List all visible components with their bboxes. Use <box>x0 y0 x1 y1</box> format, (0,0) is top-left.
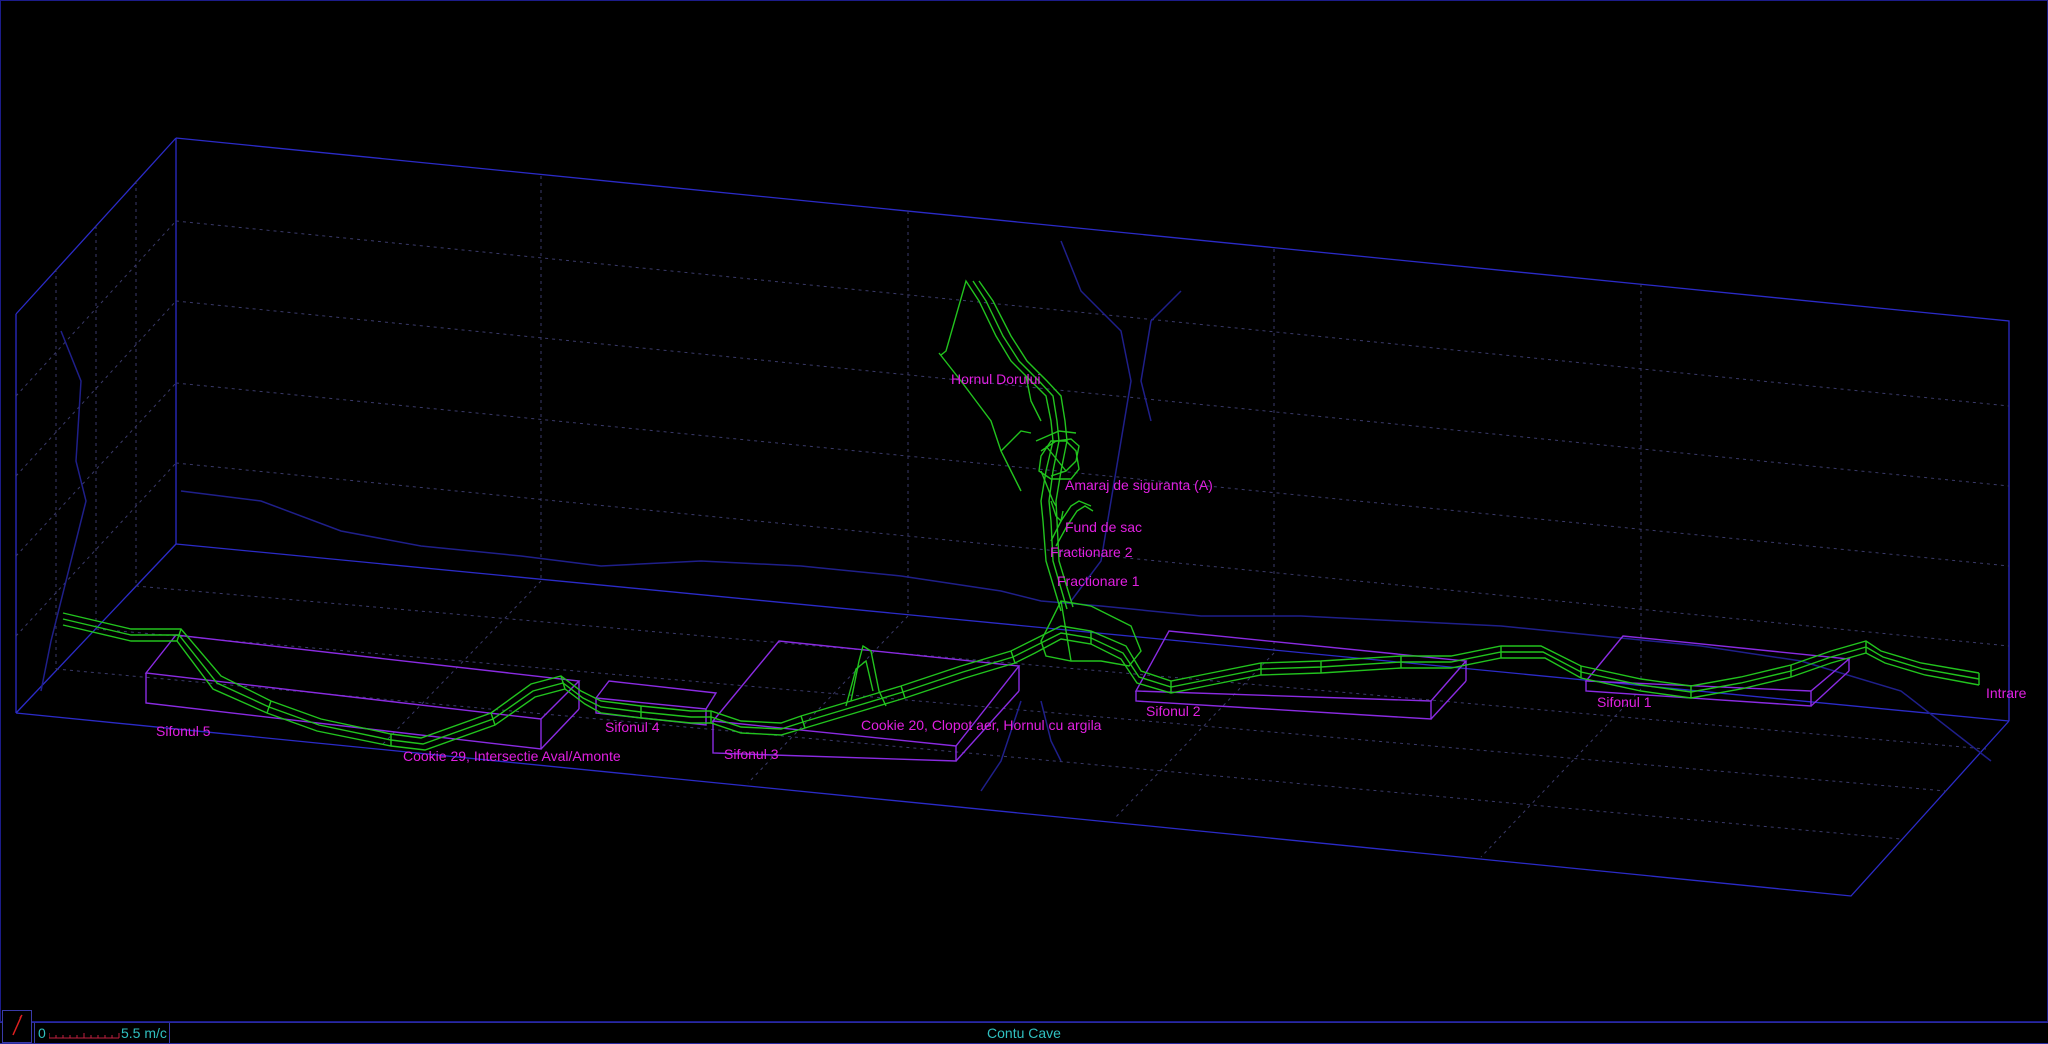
grid-lines <box>15 176 2010 858</box>
label-sifonul-2: Sifonul 2 <box>1146 703 1201 719</box>
cave-name: Contu Cave <box>987 1025 1061 1041</box>
survey-passage <box>62 279 1980 751</box>
cave-profile-shadow <box>40 240 1992 792</box>
cave-labels: Hornul Dorului Amaraj de siguranta (A) F… <box>156 371 2027 764</box>
label-fund-de-sac: Fund de sac <box>1065 519 1142 535</box>
cave-3d-viewport[interactable]: Hornul Dorului Amaraj de siguranta (A) F… <box>0 0 2048 1022</box>
status-bar: 0 5.5 m/c Contu Cave <box>0 1010 2048 1044</box>
label-hornul-dorului: Hornul Dorului <box>951 371 1040 387</box>
grid-frame <box>15 137 2010 897</box>
label-sifonul-1: Sifonul 1 <box>1597 694 1652 710</box>
label-sifonul-5: Sifonul 5 <box>156 723 211 739</box>
label-sifonul-4: Sifonul 4 <box>605 719 660 735</box>
label-fractionare-1: Fractionare 1 <box>1057 573 1140 589</box>
label-amaraj: Amaraj de siguranta (A) <box>1065 477 1213 493</box>
label-cookie-29: Cookie 29, Intersectie Aval/Amonte <box>403 748 621 764</box>
label-fractionare-2: Fractionare 2 <box>1050 544 1133 560</box>
cave-scene[interactable]: Hornul Dorului Amaraj de siguranta (A) F… <box>1 1 2048 1023</box>
label-cookie-20: Cookie 20, Clopot aer, Hornul cu argila <box>861 717 1102 733</box>
label-intrare: Intrare <box>1986 685 2027 701</box>
label-sifonul-3: Sifonul 3 <box>724 746 779 762</box>
